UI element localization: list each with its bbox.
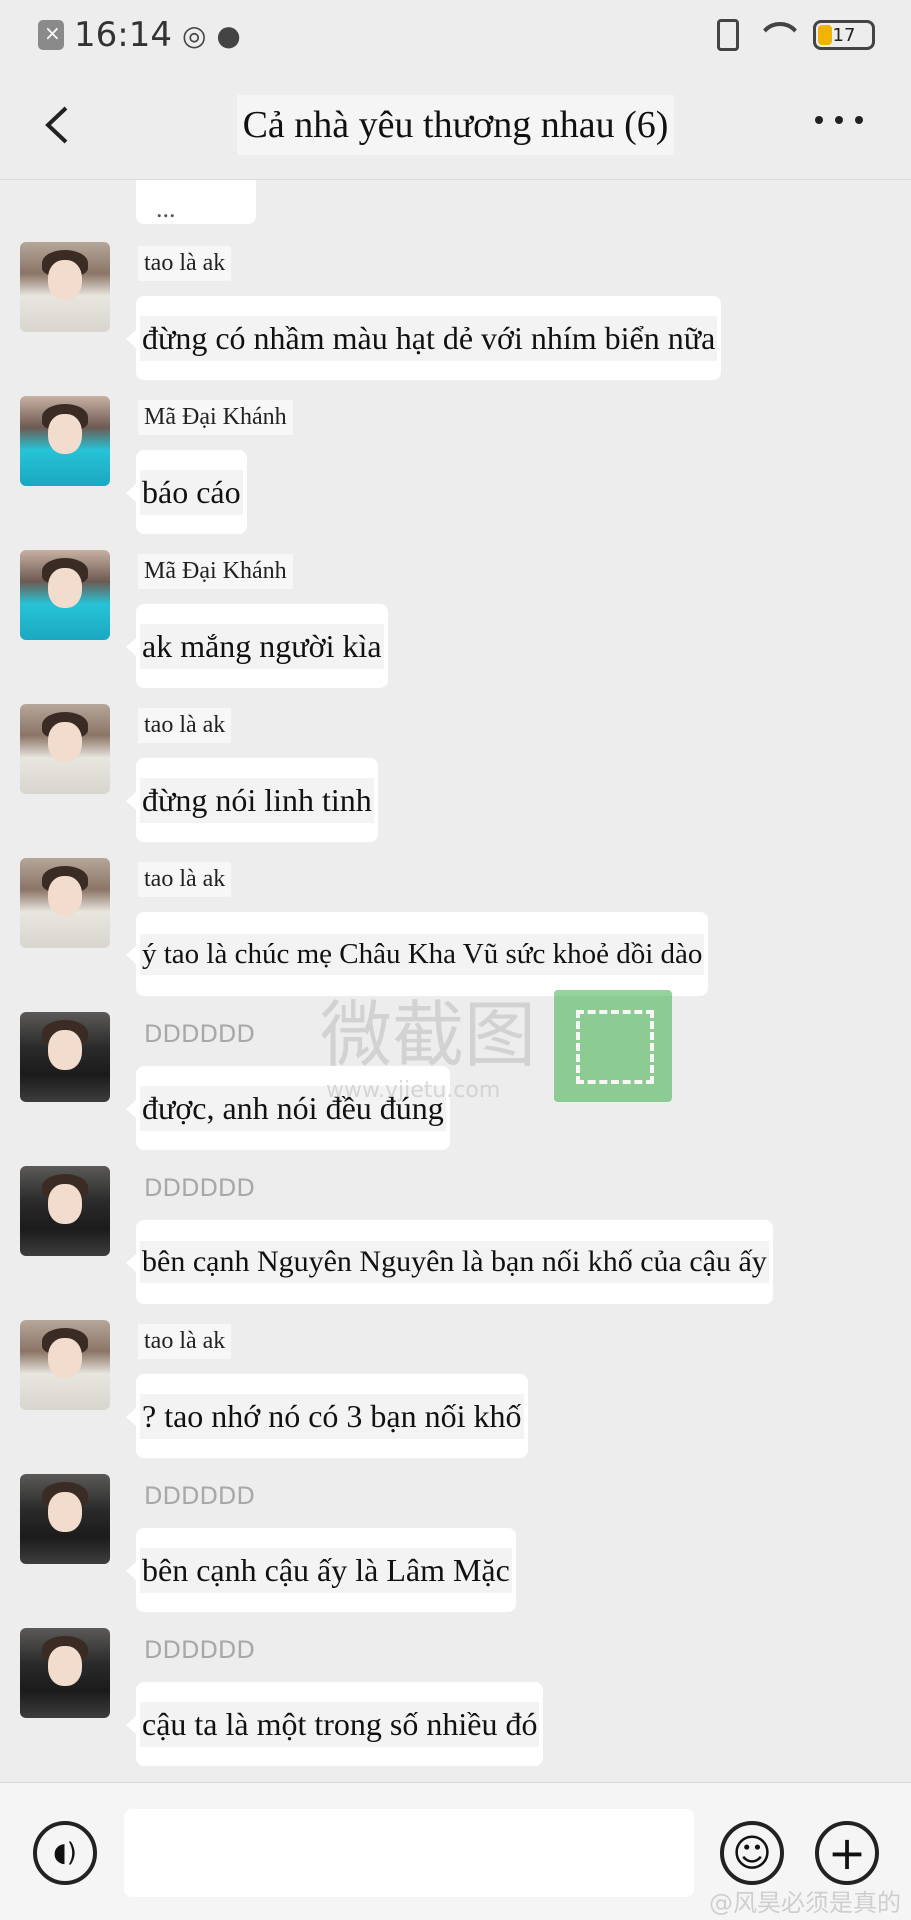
avatar[interactable] — [20, 1320, 110, 1410]
message-text: bên cạnh cậu ấy là Lâm Mặc — [140, 1547, 512, 1593]
emoji-icon[interactable]: ☺ — [720, 1821, 784, 1885]
sender-name: tao là ak — [138, 862, 232, 897]
message-bubble[interactable]: bên cạnh cậu ấy là Lâm Mặc — [126, 1528, 516, 1612]
message-bubble[interactable]: ? tao nhớ nó có 3 bạn nối khố — [126, 1374, 528, 1458]
message-text: ? tao nhớ nó có 3 bạn nối khố — [140, 1393, 524, 1439]
wechat-icon: ● — [216, 18, 241, 52]
message-bubble[interactable]: cậu ta là một trong số nhiều đó — [125, 1682, 544, 1766]
message-text: đừng nói linh tinh — [140, 777, 374, 823]
message-text: đừng có nhầm màu hạt dẻ với nhím biển nữ… — [140, 315, 718, 361]
avatar[interactable] — [20, 550, 110, 640]
voice-icon[interactable]: ◖) — [33, 1821, 97, 1885]
avatar[interactable] — [20, 1628, 110, 1718]
sender-name: DDDDDD — [144, 1174, 255, 1202]
message-text: bên cạnh Nguyên Nguyên là bạn nối khố củ… — [140, 1241, 769, 1283]
sender-name: DDDDDD — [144, 1636, 255, 1664]
message-bubble[interactable]: báo cáo — [126, 450, 247, 534]
avatar[interactable] — [20, 1166, 110, 1256]
message-input[interactable] — [124, 1809, 694, 1897]
sender-name: Mã Đại Khánh — [138, 400, 293, 435]
avatar[interactable] — [20, 1474, 110, 1564]
message-bubble[interactable]: đừng có nhầm màu hạt dẻ với nhím biển nữ… — [125, 296, 722, 380]
avatar[interactable] — [20, 704, 110, 794]
status-time: 16:14 — [74, 15, 172, 55]
partial-message-bubble: ... — [136, 180, 256, 224]
watermark: 微截图 www.vjietu.com — [320, 990, 673, 1103]
sender-name: tao là ak — [138, 1324, 232, 1359]
message-text: báo cáo — [140, 469, 243, 515]
sender-name: DDDDDD — [144, 1482, 255, 1510]
status-bar: 16:14 ◎ ● 17 — [0, 0, 911, 70]
message-bubble[interactable]: bên cạnh Nguyên Nguyên là bạn nối khố củ… — [126, 1220, 773, 1304]
weibo-watermark: @风昊必须是真的 — [709, 1889, 901, 1917]
sender-name: tao là ak — [138, 246, 232, 281]
chat-title: Cả nhà yêu thương nhau (6) — [236, 94, 675, 155]
message-bubble[interactable]: đừng nói linh tinh — [126, 758, 378, 842]
battery-level: 17 — [832, 24, 856, 46]
message-text: ý tao là chúc mẹ Châu Kha Vũ sức khoẻ dồ… — [140, 933, 705, 975]
weibo-icon: ◎ — [181, 18, 207, 52]
message-bubble[interactable]: ak mắng người kìa — [126, 604, 388, 688]
input-bar: ◖) ☺ + @风昊必须是真的 — [0, 1782, 911, 1920]
vibrate-icon — [717, 19, 739, 51]
wifi-icon — [757, 22, 795, 48]
avatar[interactable] — [20, 1012, 110, 1102]
partial-message-text: ... — [156, 194, 176, 223]
message-text: cậu ta là một trong số nhiều đó — [140, 1701, 540, 1747]
chat-header: Cả nhà yêu thương nhau (6) — [0, 70, 911, 180]
chat-area[interactable]: ... tao là ak đừng có nhầm màu hạt dẻ vớ… — [0, 180, 911, 1780]
notification-icon — [38, 20, 64, 50]
more-options-icon[interactable] — [815, 116, 863, 124]
sender-name: Mã Đại Khánh — [138, 554, 293, 589]
avatar[interactable] — [20, 858, 110, 948]
plus-icon[interactable]: + — [815, 1821, 879, 1885]
avatar[interactable] — [20, 396, 110, 486]
message-text: ak mắng người kìa — [140, 623, 384, 669]
avatar[interactable] — [20, 242, 110, 332]
watermark-url: www.vjietu.com — [326, 1078, 501, 1103]
watermark-logo-icon — [554, 990, 673, 1102]
back-arrow-icon[interactable] — [40, 104, 74, 146]
sender-name: DDDDDD — [144, 1020, 255, 1048]
status-right: 17 — [717, 19, 875, 51]
battery-icon: 17 — [813, 20, 875, 50]
message-bubble[interactable]: ý tao là chúc mẹ Châu Kha Vũ sức khoẻ dồ… — [125, 912, 709, 996]
sender-name: tao là ak — [138, 708, 232, 743]
watermark-text: 微截图 — [320, 993, 537, 1077]
status-left: 16:14 ◎ ● — [38, 15, 241, 55]
